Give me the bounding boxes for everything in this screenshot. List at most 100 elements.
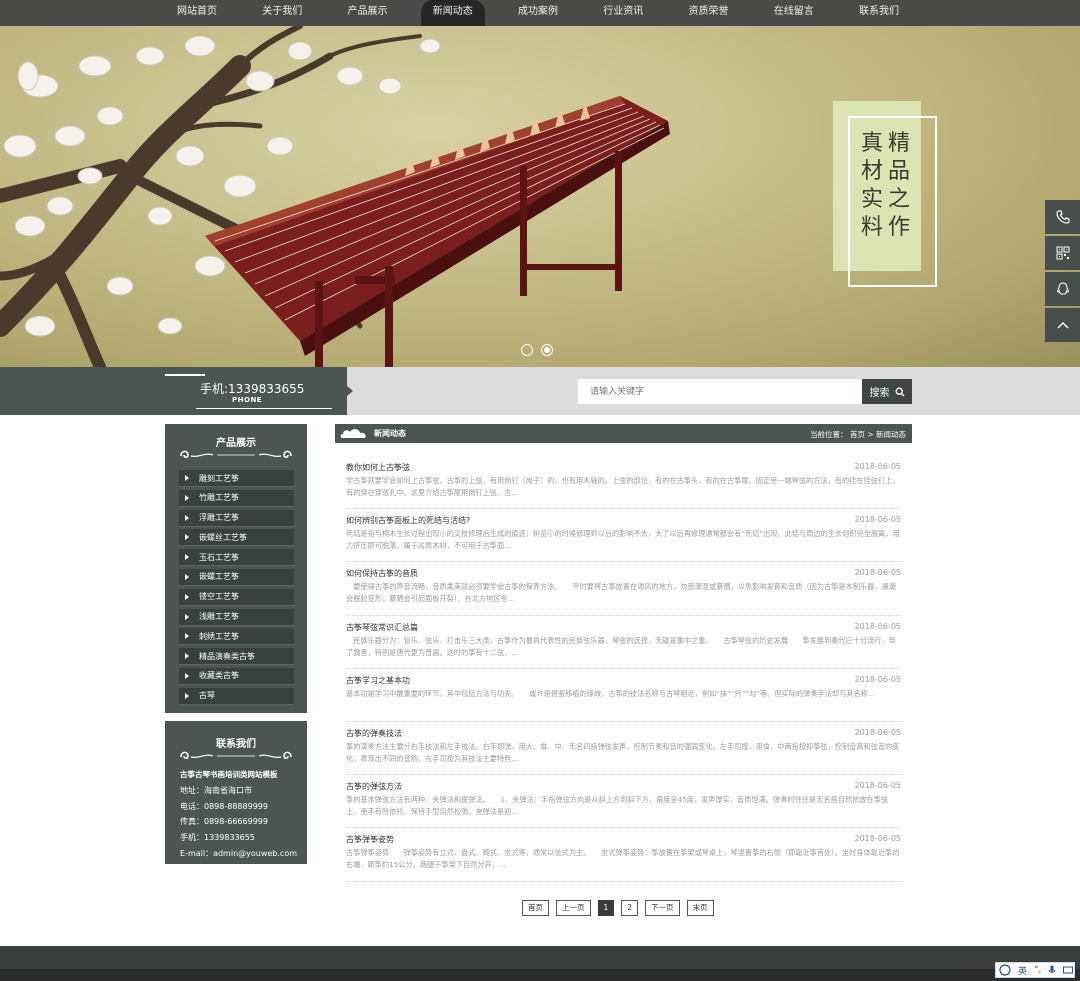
triangle-right-icon: [185, 554, 189, 561]
category-item[interactable]: 嵌螺工艺筝: [179, 568, 294, 586]
cloud-ornament-icon: [180, 751, 292, 760]
carousel-dot-1[interactable]: [521, 344, 533, 356]
category-item[interactable]: 玉石工艺筝: [179, 549, 294, 567]
page-number-2[interactable]: 2: [621, 900, 639, 916]
ime-toolbar[interactable]: 英 °,: [995, 962, 1075, 978]
contact-email: E-mail：admin@youweb.com: [180, 848, 298, 858]
phone-underline: [196, 408, 332, 409]
category-item[interactable]: 收藏类古筝: [179, 667, 294, 685]
ime-language[interactable]: 英: [1018, 964, 1027, 977]
slogan-char: 实: [860, 187, 883, 212]
news-item[interactable]: 古筝的弹奏技法 2018-06-05 筝的演奏方法主要分右手技法和左手技法。右手…: [346, 722, 902, 776]
news-summary: 古筝弹筝姿势 弹筝姿势有立式、盘式、跪式、坐式等，通常以坐式为主。 坐式弹筝姿势…: [346, 848, 900, 870]
triangle-right-icon: [185, 613, 189, 620]
nav-item-about[interactable]: 关于我们: [250, 0, 314, 26]
news-item[interactable]: 古筝的弹弦方法 2018-06-05 筝的基本弹弦方法有两种：夹弹法和提弹法。 …: [346, 775, 902, 829]
nav-item-honors[interactable]: 资质荣誉: [677, 0, 741, 26]
phone-accent-line: [165, 374, 205, 376]
news-date: 2018-06-05: [854, 727, 902, 737]
os-taskbar: [0, 969, 1080, 981]
category-label: 收藏类古筝: [199, 671, 239, 681]
slogan-right-column: 精 品 之 作: [886, 130, 912, 242]
keyboard-icon[interactable]: [1063, 965, 1074, 975]
category-item[interactable]: 嵌螺丝工艺筝: [179, 529, 294, 547]
slogan-char: 品: [887, 159, 910, 184]
product-category-panel: 产品展示 雕刻工艺筝 竹雕工艺筝 浮雕工艺筝 嵌螺丝工艺筝 玉石工艺筝 嵌螺工艺…: [165, 424, 307, 713]
category-item[interactable]: 雕刻工艺筝: [179, 470, 294, 487]
slogan-char: 之: [887, 187, 910, 212]
page-last-button[interactable]: 末页: [686, 900, 714, 916]
news-item[interactable]: 如何保持古筝的音质 2018-06-05 要使得古筝的声音流畅，音质柔美就必须要…: [346, 562, 902, 616]
phone-panel-arrow: [347, 386, 353, 396]
triangle-right-icon: [185, 633, 189, 640]
ime-logo-icon: [999, 964, 1011, 976]
category-item[interactable]: 刺绣工艺筝: [179, 628, 294, 646]
category-item[interactable]: 精品演奏类古筝: [179, 648, 294, 666]
search-input[interactable]: [578, 379, 862, 404]
cloud-icon: [340, 429, 366, 438]
news-summary: 要使得古筝的声音流畅，音质柔美就必须要学会古筝的保养方法。 平时要将古筝放置在通…: [346, 582, 896, 604]
news-item[interactable]: 古筝琴弦常识汇总篇 2018-06-05 民族乐器分为：管乐、弦乐、打击乐三大类…: [346, 616, 901, 669]
news-date: 2018-06-05: [854, 781, 902, 791]
slogan-char: 料: [860, 215, 883, 240]
search-button[interactable]: 搜索: [862, 379, 912, 404]
content-header: 新闻动态 当前位置： 首页 > 新闻动态: [335, 424, 912, 443]
nav-item-news[interactable]: 新闻动态: [420, 0, 485, 26]
news-title[interactable]: 古筝琴弦常识汇总篇: [346, 622, 418, 633]
nav-item-industry[interactable]: 行业资讯: [591, 0, 655, 26]
news-title[interactable]: 教你如何上古筝弦: [346, 462, 410, 473]
news-item[interactable]: 古筝学习之基本功 2018-06-05 基本功是学习中最重要的环节，其中包括方法…: [346, 669, 901, 722]
news-title[interactable]: 古筝学习之基本功: [346, 675, 410, 686]
triangle-right-icon: [185, 653, 189, 660]
triangle-right-icon: [185, 692, 189, 699]
slogan-char: 精: [887, 131, 910, 156]
contact-fax: 传真：0898-66669999: [180, 817, 268, 827]
news-title[interactable]: 如何保持古筝的音质: [346, 568, 418, 579]
contact-details: 古筝古琴书画培训类网站模板 地址：海南省海口市 电话：0898-88889999…: [180, 767, 297, 862]
qrcode-icon[interactable]: [1045, 236, 1080, 270]
microphone-icon[interactable]: [1048, 965, 1056, 975]
search-button-label: 搜索: [869, 388, 890, 399]
news-item[interactable]: 如何辨别古筝面板上的死结与活结? 2018-06-05 死结是指与桐木生长过程出…: [346, 509, 901, 563]
qq-icon[interactable]: [1045, 272, 1080, 306]
category-item[interactable]: 古琴: [179, 687, 294, 705]
news-title[interactable]: 古筝的弹奏技法: [346, 728, 402, 739]
nav-item-products[interactable]: 产品展示: [336, 0, 400, 26]
category-item[interactable]: 浅雕工艺筝: [179, 608, 294, 626]
breadcrumb[interactable]: 当前位置： 首页 > 新闻动态: [810, 429, 906, 440]
page-number-1[interactable]: 1: [597, 900, 615, 916]
phone-icon[interactable]: [1045, 200, 1080, 234]
news-date: 2018-06-05: [854, 462, 902, 471]
carousel-dot-2[interactable]: [541, 344, 553, 356]
hero-banner[interactable]: 精 品 之 作 真 材 实 料: [0, 26, 1080, 367]
category-item[interactable]: 浮雕工艺筝: [179, 509, 294, 527]
category-label: 浮雕工艺筝: [199, 513, 239, 523]
page-prev-button[interactable]: 上一页: [556, 900, 591, 916]
news-date: 2018-06-05: [854, 834, 902, 844]
nav-item-home[interactable]: 网站首页: [165, 0, 229, 26]
news-title[interactable]: 如何辨别古筝面板上的死结与活结?: [346, 515, 470, 526]
news-title[interactable]: 古筝弹筝姿势: [346, 834, 394, 845]
nav-item-contact[interactable]: 联系我们: [847, 0, 911, 26]
nav-item-cases[interactable]: 成功案例: [506, 0, 570, 26]
news-title[interactable]: 古筝的弹弦方法: [346, 781, 402, 792]
search-icon: [894, 386, 905, 397]
news-item[interactable]: 教你如何上古筝弦 2018-06-05 学古筝就要学会如何上古筝弦，古筝的上弦，…: [346, 456, 902, 510]
category-item[interactable]: 竹雕工艺筝: [179, 489, 294, 507]
page-first-button[interactable]: 首页: [522, 900, 549, 916]
nav-item-message[interactable]: 在线留言: [762, 0, 826, 26]
back-to-top-icon[interactable]: [1045, 308, 1080, 342]
page-next-button[interactable]: 下一页: [645, 900, 680, 916]
category-label: 雕刻工艺筝: [199, 473, 239, 483]
carousel-dots: [521, 344, 553, 356]
category-item[interactable]: 镂空工艺筝: [179, 588, 294, 606]
slogan-char: 真: [860, 131, 883, 156]
floating-toolbar: [1045, 200, 1080, 344]
news-item[interactable]: 古筝弹筝姿势 2018-06-05 古筝弹筝姿势 弹筝姿势有立式、盘式、跪式、坐…: [346, 828, 902, 882]
triangle-right-icon: [185, 573, 189, 580]
category-list: 雕刻工艺筝 竹雕工艺筝 浮雕工艺筝 嵌螺丝工艺筝 玉石工艺筝 嵌螺工艺筝 镂空工…: [179, 470, 294, 708]
punctuation-icon[interactable]: °,: [1034, 965, 1041, 975]
contact-mobile: 手机：1339833655: [180, 833, 255, 843]
phone-label: PHONE: [232, 396, 263, 404]
news-date: 2018-06-05: [854, 568, 902, 578]
